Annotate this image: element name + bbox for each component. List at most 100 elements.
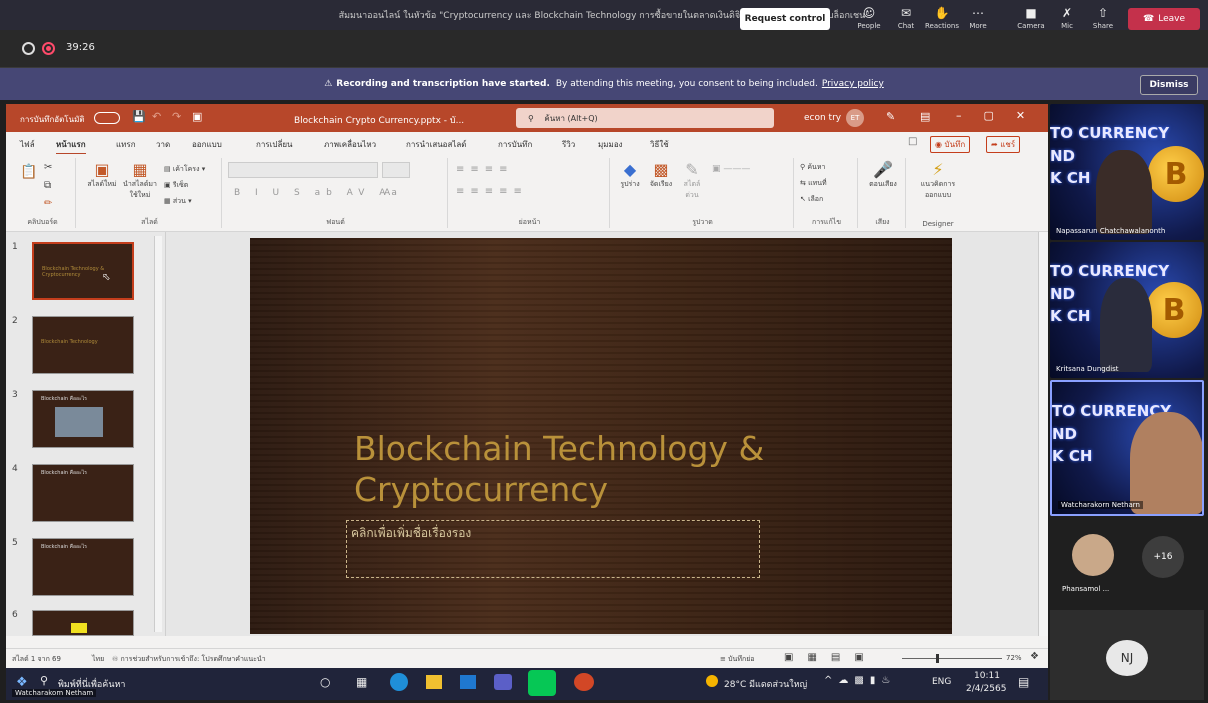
windows-start-icon[interactable]: ❖ <box>16 675 28 690</box>
input-language[interactable]: ENG <box>932 677 951 687</box>
language-indicator[interactable]: ไทย <box>92 654 104 665</box>
zoom-slider[interactable] <box>902 658 1002 659</box>
slide-thumbnail[interactable]: Blockchain คืออะไร <box>32 538 134 596</box>
slide-number: 6 <box>12 610 18 620</box>
camera-button[interactable]: ■ Camera <box>1011 4 1051 36</box>
teams-icon[interactable] <box>494 674 512 690</box>
zoom-slider-thumb[interactable] <box>936 654 939 663</box>
bullets-icon[interactable]: ≡≡≡≡ <box>456 164 514 175</box>
notes-button[interactable]: ≡ บันทึกย่อ <box>720 654 755 665</box>
share-button[interactable]: ⇧ Share <box>1083 4 1123 36</box>
file-explorer-icon[interactable] <box>426 675 442 689</box>
comments-icon[interactable]: □ <box>908 136 917 147</box>
line-icon[interactable] <box>528 670 556 696</box>
section-button[interactable]: ▦ ส่วน ▾ <box>164 196 192 207</box>
dictate-button[interactable]: 🎤 ตอนเสียง <box>864 160 902 190</box>
find-button[interactable]: ⚲ ค้นหา <box>800 162 825 173</box>
slide-scrollbar[interactable] <box>1038 232 1048 636</box>
redo-icon[interactable]: ↷ <box>172 110 181 123</box>
cut-icon[interactable]: ✂ <box>44 162 52 173</box>
tab-draw[interactable]: วาด <box>156 138 170 151</box>
request-control-button[interactable]: Request control <box>740 8 830 30</box>
accessibility-status[interactable]: ♾ การช่วยสำหรับการเข้าถึง: โปรดศึกษาคำแน… <box>112 654 266 665</box>
autosave-toggle[interactable] <box>94 112 120 124</box>
privacy-policy-link[interactable]: Privacy policy <box>822 79 884 89</box>
thumbnail-scrollbar[interactable] <box>154 236 162 632</box>
reset-button[interactable]: ▣ รีเซ็ต <box>164 180 188 191</box>
slide-title[interactable]: Blockchain Technology & Cryptocurrency <box>354 428 874 511</box>
select-button[interactable]: ↖ เลือก <box>800 194 823 205</box>
present-icon[interactable]: ▣ <box>192 110 202 123</box>
tab-home[interactable]: หน้าแรก <box>56 138 86 155</box>
mic-button[interactable]: ✗ Mic <box>1047 4 1087 36</box>
font-family-select[interactable] <box>228 162 378 178</box>
tab-design[interactable]: ออกแบบ <box>192 138 222 151</box>
slide-thumbnail[interactable]: Blockchain Technology & Cryptocurrency ⬁ <box>32 242 134 300</box>
tab-transitions[interactable]: การเปลี่ยน <box>256 138 293 151</box>
more-participants-button[interactable]: +16 <box>1142 536 1184 578</box>
current-slide[interactable]: Blockchain Technology & Cryptocurrency ค… <box>250 238 952 634</box>
copy-icon[interactable]: ⧉ <box>44 180 51 191</box>
leave-button[interactable]: ☎ Leave <box>1128 8 1200 30</box>
view-buttons[interactable]: ▣▦▤▣ <box>784 652 878 663</box>
zoom-level[interactable]: 72% <box>1006 654 1022 662</box>
shapes-button[interactable]: ◆ รูปร่าง <box>616 160 644 190</box>
record-button[interactable]: ◉ บันทึก <box>930 136 971 153</box>
people-button[interactable]: ☺ People <box>849 4 889 36</box>
paste-icon[interactable]: 📋 <box>20 164 37 180</box>
notifications-icon[interactable]: ▤ <box>1018 675 1029 689</box>
powerpoint-icon[interactable] <box>574 673 594 691</box>
reuse-slide-button[interactable]: ▦ นำสไลด์มาใช้ใหม่ <box>120 160 160 201</box>
fit-slide-icon[interactable]: ❖ <box>1030 651 1039 662</box>
slide-thumbnail[interactable]: Blockchain คืออะไร <box>32 464 134 522</box>
pen-icon[interactable]: ✎ <box>886 110 895 123</box>
tab-slideshow[interactable]: การนำเสนอสไลด์ <box>406 138 467 151</box>
active-speaker-tile[interactable]: TO CURRENCY ND K CH Watcharakorn Netharn <box>1050 380 1204 516</box>
tab-record[interactable]: การบันทึก <box>498 138 532 151</box>
ppt-window-controls[interactable]: –▢✕ <box>956 109 1047 122</box>
tab-file[interactable]: ไฟล์ <box>20 138 35 151</box>
self-avatar[interactable]: NJ <box>1106 640 1148 676</box>
slide-thumbnail[interactable] <box>32 610 134 636</box>
avatar[interactable] <box>1072 534 1114 576</box>
edge-icon[interactable] <box>390 673 408 691</box>
designer-button[interactable]: ⚡ แนวคิดการออกแบบ <box>912 160 964 201</box>
undo-icon[interactable]: ↶ <box>152 110 161 123</box>
more-button[interactable]: ⋯ More <box>958 4 998 36</box>
slide-thumbnail[interactable]: Blockchain คืออะไร <box>32 390 134 448</box>
search-box[interactable]: ⚲ ค้นหา (Alt+Q) <box>516 108 774 128</box>
participant-video-tile[interactable]: TO CURRENCY ND K CH B Napassarun Chatchawa… <box>1050 104 1204 240</box>
task-view-icon[interactable]: ▦ <box>356 675 367 689</box>
reactions-button[interactable]: ✋ Reactions <box>922 4 962 36</box>
new-slide-button[interactable]: ▣ สไลด์ใหม่ <box>84 160 120 190</box>
dismiss-button[interactable]: Dismiss <box>1140 75 1198 95</box>
arrange-button[interactable]: ▩ จัดเรียง <box>646 160 676 190</box>
tab-help[interactable]: วิธีใช้ <box>650 138 669 151</box>
slide-thumbnail[interactable]: Blockchain Technology <box>32 316 134 374</box>
subtitle-placeholder[interactable]: คลิกเพื่อเพิ่มชื่อเรื่องรอง <box>346 520 760 578</box>
layout-button[interactable]: ▤ เค้าโครง ▾ <box>164 164 205 175</box>
font-size-select[interactable] <box>382 162 410 178</box>
align-icon[interactable]: ≡≡≡≡≡ <box>456 186 528 197</box>
replace-button[interactable]: ⇆ แทนที่ <box>800 178 827 189</box>
format-painter-icon[interactable]: ✏ <box>44 198 52 209</box>
quick-styles-button[interactable]: ✎ สไตล์ด่วน <box>678 160 706 201</box>
tab-view[interactable]: มุมมอง <box>598 138 623 151</box>
cortana-icon[interactable]: ○ <box>320 675 330 689</box>
save-icon[interactable]: 💾 <box>132 110 146 123</box>
group-label-drawing: รูปวาด <box>692 218 713 226</box>
participant-video-tile[interactable]: TO CURRENCY ND K CH B Kritsana Dungdist <box>1050 242 1204 378</box>
system-tray-icons[interactable]: ^☁▩▮♨ <box>824 675 896 686</box>
tab-animations[interactable]: ภาพเคลื่อนไหว <box>324 138 376 151</box>
ribbon-display-icon[interactable]: ▤ <box>920 110 930 123</box>
share-ppt-button[interactable]: ➦ แชร์ <box>986 136 1021 153</box>
weather-text[interactable]: 28°C มีแดดส่วนใหญ่ <box>724 677 807 691</box>
mail-icon[interactable] <box>460 675 476 689</box>
font-color-icon[interactable]: A <box>384 188 390 198</box>
avatar[interactable]: ET <box>846 109 864 127</box>
tab-review[interactable]: รีวิว <box>562 138 575 151</box>
shape-fill-icon[interactable]: ▣ ——— <box>712 164 750 174</box>
font-format-buttons[interactable]: B I U S ab AV Aa <box>234 188 403 198</box>
tab-insert[interactable]: แทรก <box>116 138 136 151</box>
chat-button[interactable]: ✉ Chat <box>886 4 926 36</box>
